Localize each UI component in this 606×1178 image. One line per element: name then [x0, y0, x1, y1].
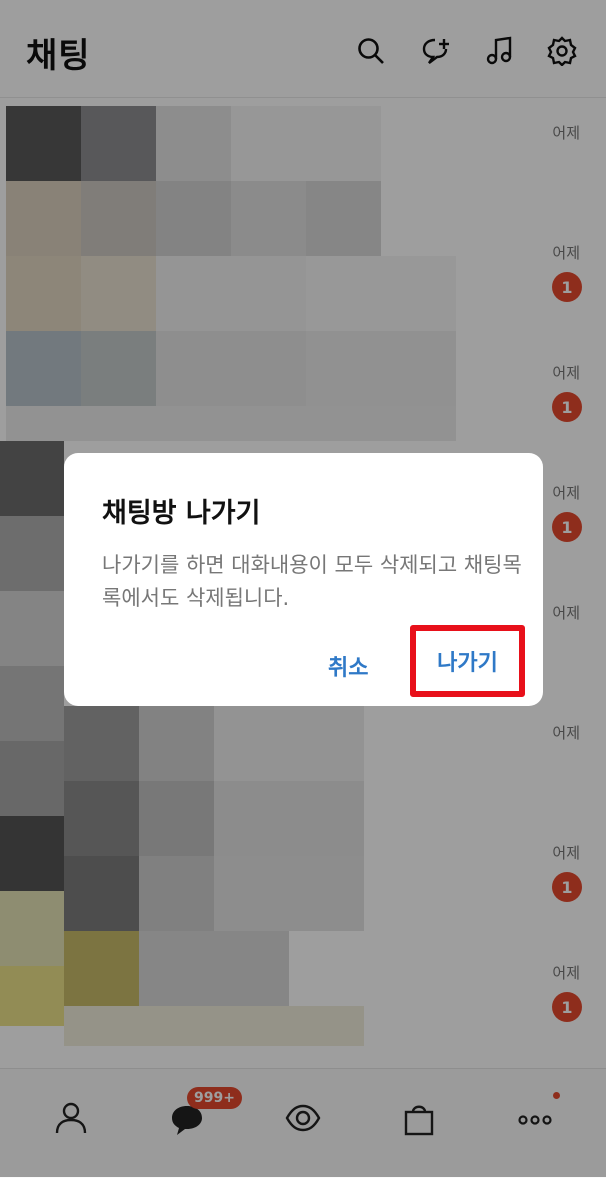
leave-chatroom-dialog: 채팅방 나가기 나가기를 하면 대화내용이 모두 삭제되고 채팅목록에서도 삭제…: [64, 453, 543, 706]
dialog-message: 나가기를 하면 대화내용이 모두 삭제되고 채팅목록에서도 삭제됩니다.: [102, 553, 522, 610]
cancel-button[interactable]: 취소: [322, 649, 374, 683]
dialog-title: 채팅방 나가기: [102, 498, 261, 529]
leave-button[interactable]: 나가기: [410, 625, 525, 697]
